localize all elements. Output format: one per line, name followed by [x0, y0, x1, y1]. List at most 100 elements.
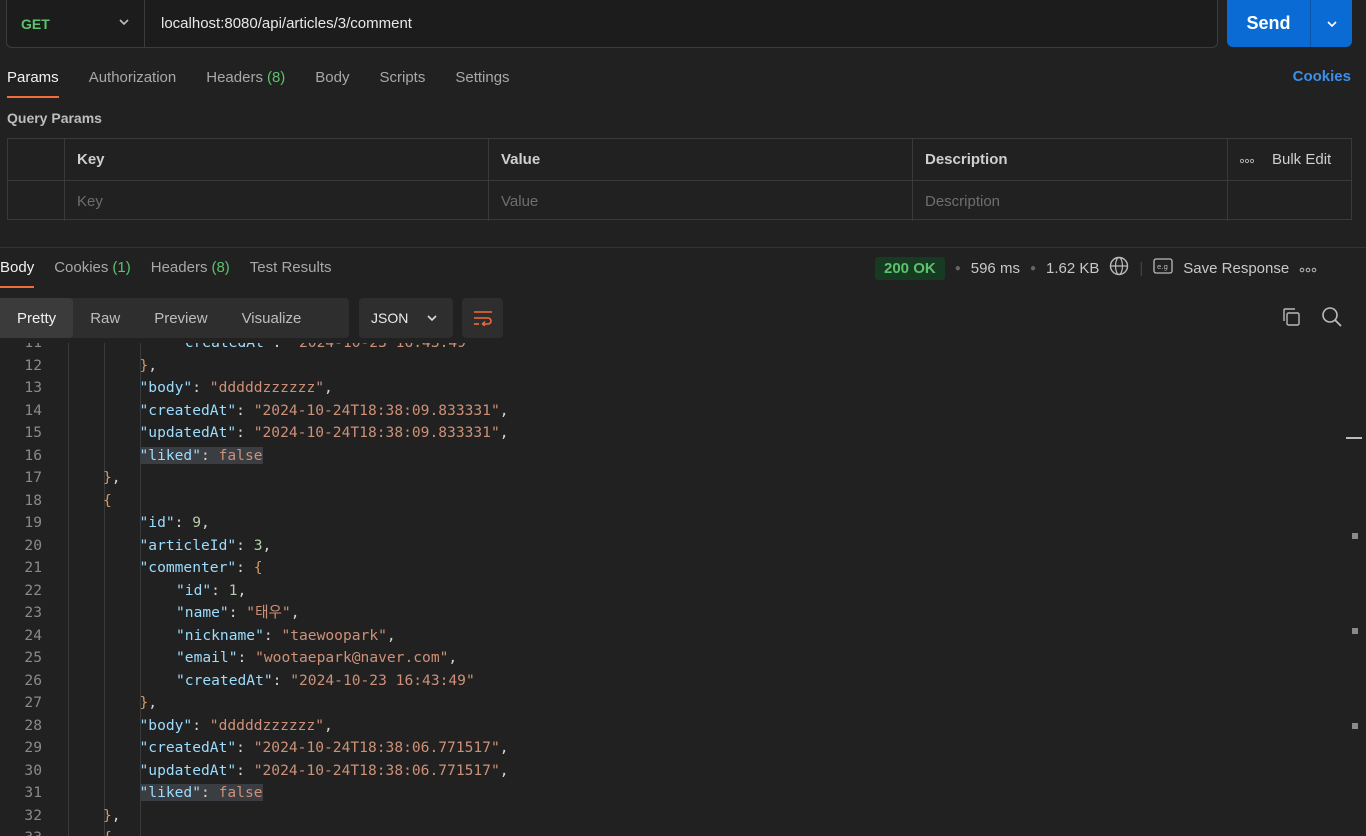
code-text: "body": "dddddzzzzzz",: [140, 377, 333, 399]
response-status-bar: 200 OK ● 596 ms ● 1.62 KB | e.g Save Res…: [875, 256, 1317, 280]
code-token: :: [236, 424, 254, 441]
view-pretty[interactable]: Pretty: [0, 298, 74, 338]
bulk-edit-button[interactable]: Bulk Edit: [1272, 151, 1331, 168]
code-text: "articleId": 3,: [140, 535, 272, 557]
code-token: "태우": [246, 604, 291, 621]
code-line: 15 "updatedAt": "2024-10-24T18:38:09.8333…: [0, 422, 1340, 444]
pane-divider[interactable]: [0, 247, 1366, 248]
format-select[interactable]: JSON: [359, 298, 453, 338]
scroll-marker: [1352, 533, 1358, 539]
code-token: 9: [192, 514, 202, 531]
code-line: 30 "updatedAt": "2024-10-24T18:38:06.7715…: [0, 760, 1340, 782]
tab-params[interactable]: Params: [7, 66, 59, 98]
cookies-link[interactable]: Cookies: [1293, 68, 1351, 85]
tab-body[interactable]: Body: [315, 66, 349, 98]
view-mode-switcher: Pretty Raw Preview Visualize: [0, 298, 349, 338]
code-token: "updatedAt": [139, 761, 237, 779]
tab-count: (8): [266, 69, 286, 86]
wrap-lines-button[interactable]: [462, 298, 503, 338]
code-token: ,: [499, 761, 509, 779]
search-icon[interactable]: [1321, 306, 1343, 332]
code-token: :: [228, 604, 247, 621]
view-visualize[interactable]: Visualize: [225, 298, 319, 338]
code-token: "createdAt": [139, 401, 237, 419]
more-options-icon[interactable]: [1299, 260, 1317, 277]
save-response-button[interactable]: Save Response: [1183, 260, 1289, 277]
code-token: :: [236, 536, 254, 554]
tab-label: Authorization: [88, 69, 177, 86]
editor-scrollbar[interactable]: [1340, 343, 1366, 836]
code-text: },: [103, 805, 121, 827]
code-text: {: [103, 827, 112, 836]
key-input[interactable]: Key: [65, 181, 489, 221]
tab-count: (1): [112, 259, 131, 276]
code-token: ,: [237, 581, 247, 599]
tab-test-results[interactable]: Test Results: [250, 256, 332, 288]
tab-label: Headers: [150, 259, 208, 276]
code-text: "updatedAt": "2024-10-24T18:38:06.771517…: [140, 760, 509, 782]
tab-scripts[interactable]: Scripts: [380, 66, 426, 98]
scroll-marker: [1352, 723, 1358, 729]
tab-label: Cookies: [54, 259, 109, 276]
status-badge[interactable]: 200 OK: [875, 256, 945, 280]
code-text: "email": "wootaepark@naver.com",: [176, 647, 457, 669]
send-button-group: Send: [1227, 0, 1352, 47]
code-token: :: [211, 581, 229, 599]
line-number: 14: [24, 401, 42, 419]
code-line: 18 {: [0, 490, 1340, 512]
url-bar: GET localhost:8080/api/articles/3/commen…: [6, 0, 1218, 48]
code-text: "createdAt": "2024-10-23 16:43:49": [176, 343, 475, 354]
code-token: 3: [253, 536, 263, 554]
code-token: }: [139, 694, 149, 711]
tab-headers[interactable]: Headers (8): [206, 66, 285, 98]
code-line: 17},: [0, 467, 1340, 489]
line-number: 21: [24, 559, 42, 576]
send-options-button[interactable]: [1311, 0, 1352, 47]
checkbox-column: [8, 139, 65, 180]
tab-settings[interactable]: Settings: [455, 66, 509, 98]
code-token: false: [218, 446, 263, 464]
code-token: "liked": [139, 784, 202, 801]
code-token: ,: [290, 604, 300, 621]
code-token: "2024-10-23 16:43:49": [290, 671, 475, 689]
code-token: :: [192, 379, 210, 396]
code-line: 23 "name": "태우",: [0, 602, 1340, 624]
tab-response-body[interactable]: Body: [0, 256, 35, 288]
bulk-edit-cell: Bulk Edit: [1228, 139, 1351, 180]
tab-response-cookies[interactable]: Cookies (1): [54, 256, 131, 288]
save-response-icon[interactable]: e.g: [1153, 258, 1173, 278]
code-line: 31 "liked": false: [0, 782, 1340, 804]
code-token: :: [174, 514, 193, 531]
view-raw[interactable]: Raw: [73, 298, 137, 338]
copy-icon[interactable]: [1281, 307, 1301, 331]
table-header-row: Key Value Description Bulk Edit: [8, 139, 1351, 180]
tab-authorization[interactable]: Authorization: [89, 66, 177, 98]
url-input[interactable]: localhost:8080/api/articles/3/comment: [145, 15, 412, 32]
row-checkbox[interactable]: [8, 181, 65, 221]
response-size[interactable]: 1.62 KB: [1046, 260, 1099, 277]
description-input[interactable]: Description: [913, 181, 1228, 221]
line-number: 19: [24, 514, 42, 531]
send-button[interactable]: Send: [1227, 0, 1311, 47]
code-text: "createdAt": "2024-10-24T18:38:06.771517…: [140, 737, 509, 759]
more-icon[interactable]: [1239, 151, 1255, 168]
scroll-marker: [1352, 628, 1358, 634]
code-text: "id": 9,: [140, 512, 210, 534]
code-token: ,: [499, 739, 509, 756]
value-input[interactable]: Value: [489, 181, 913, 221]
tab-response-headers[interactable]: Headers (8): [151, 256, 230, 288]
code-line: 24 "nickname": "taewoopark",: [0, 625, 1340, 647]
method-select[interactable]: GET: [7, 0, 145, 47]
response-time[interactable]: 596 ms: [971, 260, 1020, 277]
line-number: 24: [24, 626, 42, 644]
globe-icon[interactable]: [1109, 256, 1129, 280]
code-line: 12},: [0, 355, 1340, 377]
code-line: 25 "email": "wootaepark@naver.com",: [0, 647, 1340, 669]
code-line: 27},: [0, 692, 1340, 714]
code-token: "liked": [139, 446, 202, 464]
view-preview[interactable]: Preview: [137, 298, 224, 338]
code-line: 22 "id": 1,: [0, 580, 1340, 602]
response-body-editor[interactable]: 11"createdAt": "2024-10-23 16:43:49"12},…: [0, 343, 1366, 836]
chevron-down-icon: [1326, 20, 1337, 27]
code-token: "email": [176, 649, 238, 666]
